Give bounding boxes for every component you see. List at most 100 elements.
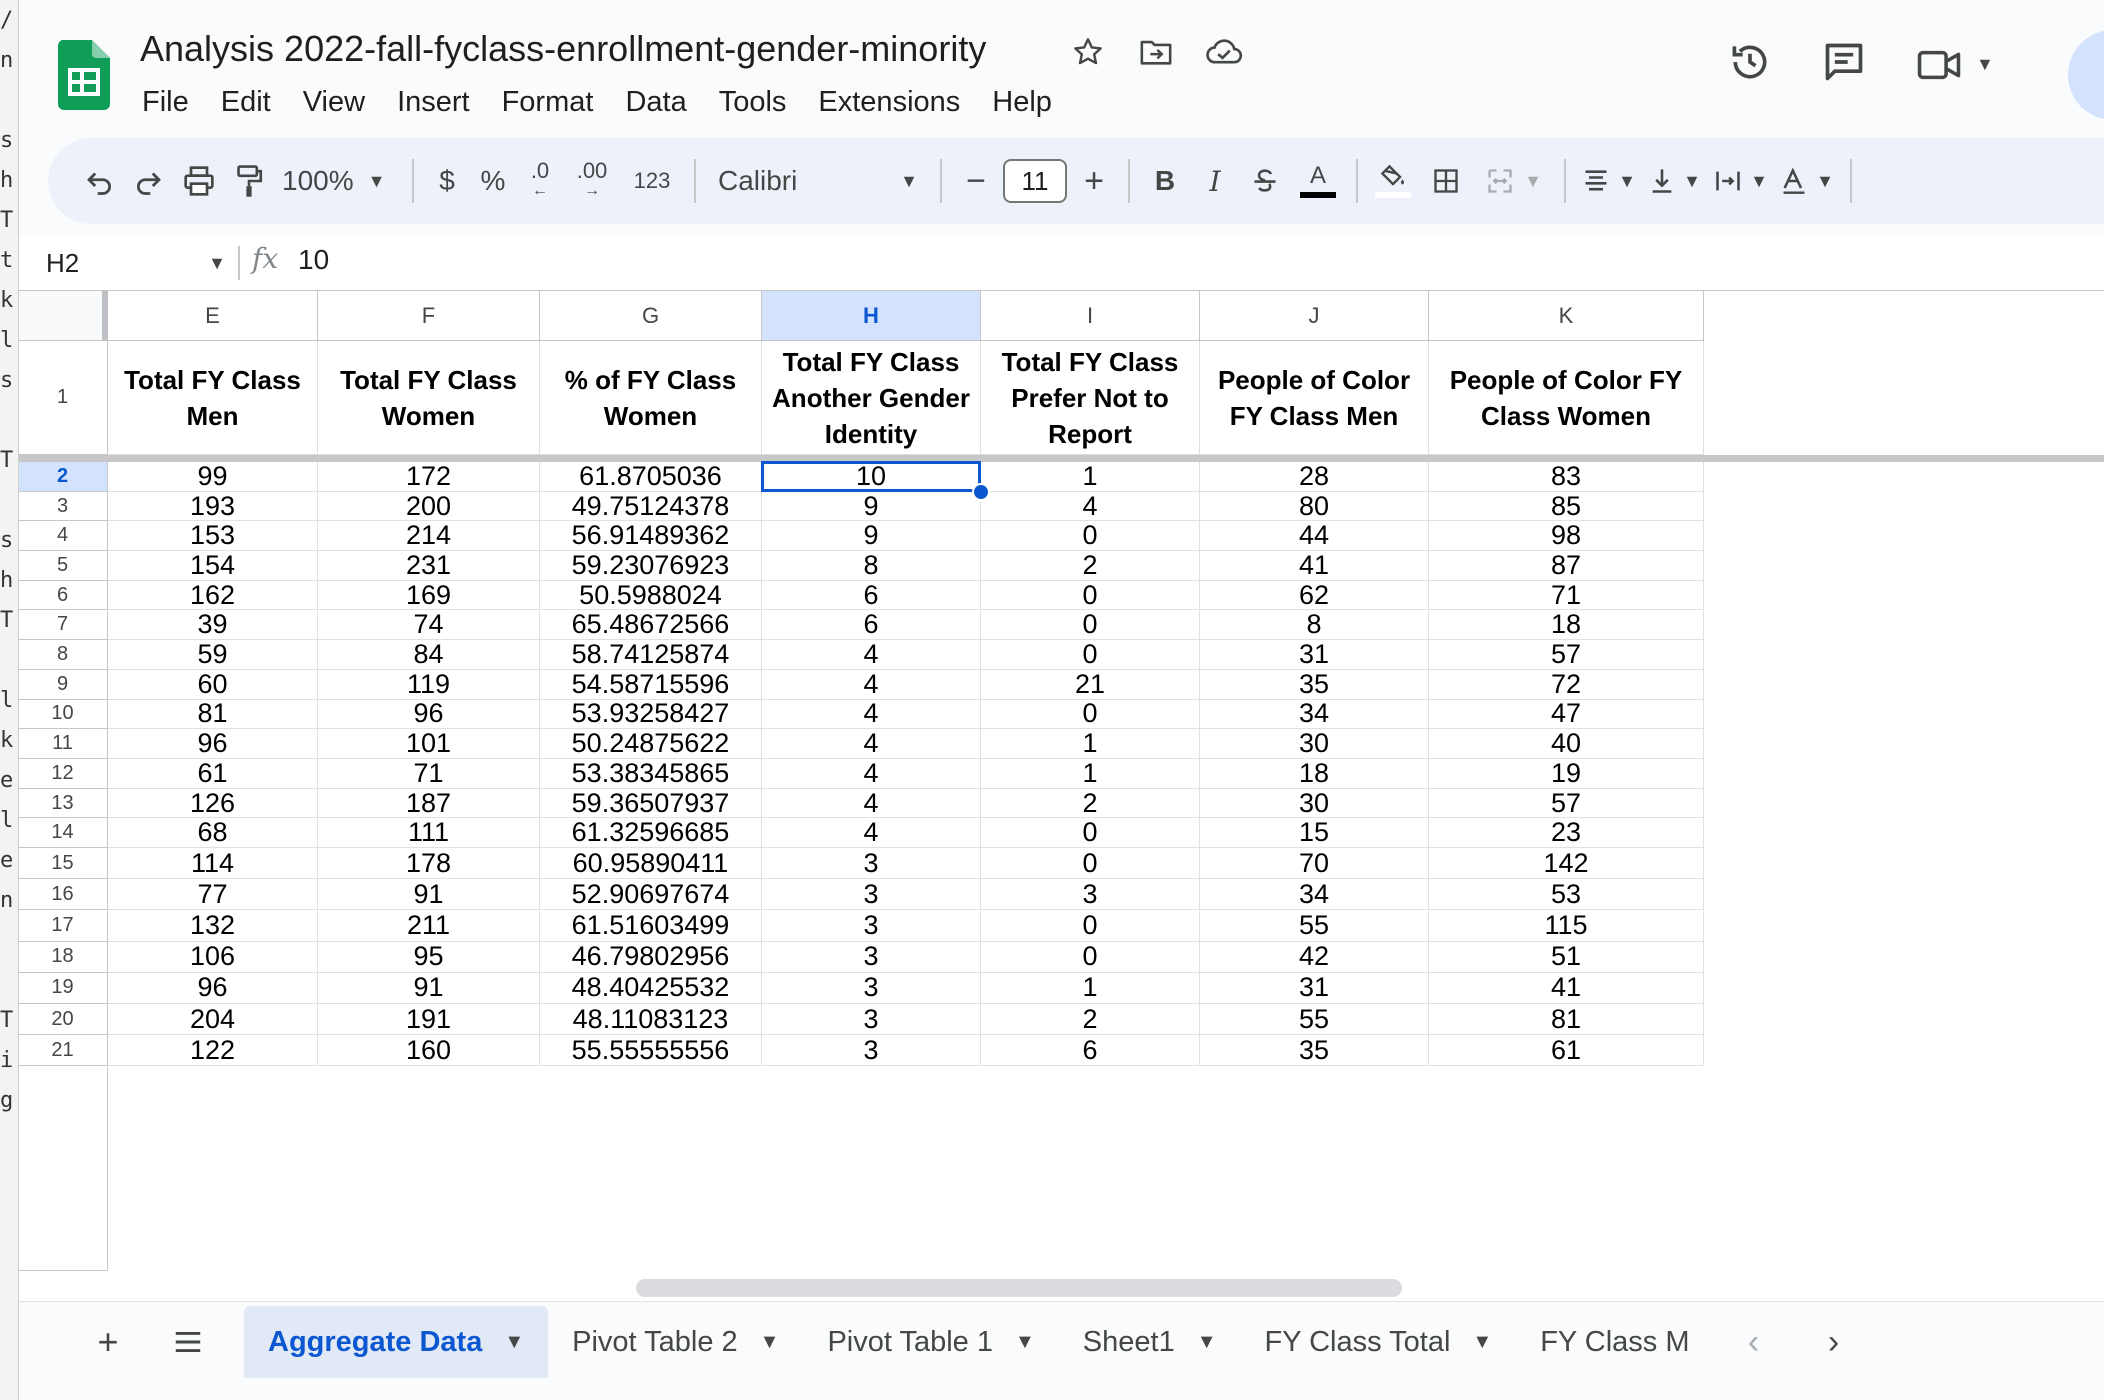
row-header-2[interactable]: 2 (18, 462, 108, 492)
chevron-down-icon[interactable]: ▼ (1472, 1331, 1492, 1354)
row-header-19[interactable]: 19 (18, 972, 108, 1005)
table-cell[interactable]: 48.40425532 (540, 972, 762, 1005)
table-cell[interactable]: 31 (1200, 972, 1429, 1005)
table-cell[interactable]: 59.36507937 (540, 788, 762, 819)
table-cell[interactable]: 4 (762, 669, 981, 700)
row-header-10[interactable]: 10 (18, 699, 108, 730)
table-cell[interactable]: 81 (1429, 1004, 1704, 1036)
table-cell[interactable]: 160 (318, 1035, 540, 1067)
account-avatar[interactable] (2068, 30, 2104, 120)
table-cell[interactable]: 87 (1429, 551, 1704, 581)
table-cell[interactable]: 99 (108, 462, 318, 492)
row-header-16[interactable]: 16 (18, 879, 108, 911)
table-cell[interactable]: 18 (1429, 610, 1704, 641)
menu-data[interactable]: Data (609, 82, 702, 122)
menu-help[interactable]: Help (976, 82, 1068, 122)
table-cell[interactable]: 4 (762, 759, 981, 789)
header-cell[interactable]: Total FY Class Prefer Not to Report (981, 341, 1200, 455)
percent-format-button[interactable]: % (470, 151, 516, 211)
column-header-i[interactable]: I (981, 291, 1200, 341)
table-cell[interactable]: 40 (1429, 729, 1704, 759)
paint-format-icon[interactable] (224, 151, 274, 211)
table-cell[interactable]: 1 (981, 462, 1200, 492)
table-cell[interactable]: 56.91489362 (540, 521, 762, 552)
chevron-down-icon[interactable]: ▼ (208, 244, 226, 282)
fill-handle[interactable] (972, 482, 990, 501)
table-cell[interactable]: 47 (1429, 699, 1704, 730)
table-cell[interactable]: 41 (1200, 551, 1429, 581)
table-cell[interactable]: 4 (762, 818, 981, 849)
table-cell[interactable]: 71 (1429, 580, 1704, 611)
table-cell[interactable]: 50.5988024 (540, 580, 762, 611)
sheets-logo-icon[interactable] (58, 40, 110, 110)
text-color-button[interactable]: A (1290, 151, 1346, 211)
chevron-down-icon[interactable]: ▼ (1197, 1331, 1217, 1354)
table-cell[interactable]: 4 (762, 788, 981, 819)
chevron-down-icon[interactable]: ▼ (504, 1331, 524, 1354)
table-cell[interactable]: 35 (1200, 1035, 1429, 1067)
select-all-corner[interactable] (18, 291, 108, 341)
row-header-13[interactable]: 13 (18, 788, 108, 819)
text-rotation-icon[interactable]: ▼ (1774, 151, 1840, 211)
table-cell[interactable]: 162 (108, 580, 318, 611)
table-cell[interactable]: 3 (762, 972, 981, 1005)
table-cell[interactable]: 50.24875622 (540, 729, 762, 759)
row-header-6[interactable]: 6 (18, 580, 108, 611)
table-cell[interactable]: 0 (981, 941, 1200, 973)
table-cell[interactable]: 28 (1200, 462, 1429, 492)
table-cell[interactable]: 154 (108, 551, 318, 581)
redo-icon[interactable] (124, 151, 174, 211)
table-cell[interactable]: 57 (1429, 640, 1704, 670)
horizontal-align-icon[interactable]: ▼ (1576, 151, 1642, 211)
font-size-field[interactable]: 11 (1000, 151, 1070, 211)
menu-extensions[interactable]: Extensions (802, 82, 976, 122)
header-cell[interactable]: People of Color FY Class Men (1200, 341, 1429, 455)
table-cell[interactable]: 0 (981, 640, 1200, 670)
table-cell[interactable]: 55.55555556 (540, 1035, 762, 1067)
table-cell[interactable]: 34 (1200, 879, 1429, 911)
table-cell[interactable]: 53 (1429, 879, 1704, 911)
row-header-3[interactable]: 3 (18, 491, 108, 522)
table-cell[interactable]: 114 (108, 848, 318, 880)
name-box[interactable]: H2 ▼ (46, 244, 236, 282)
table-cell[interactable]: 52.90697674 (540, 879, 762, 911)
table-cell[interactable]: 68 (108, 818, 318, 849)
add-sheet-button[interactable]: + (68, 1302, 148, 1382)
table-cell[interactable]: 111 (318, 818, 540, 849)
vertical-align-icon[interactable]: ▼ (1642, 151, 1708, 211)
table-cell[interactable]: 49.75124378 (540, 491, 762, 522)
table-cell[interactable]: 101 (318, 729, 540, 759)
table-cell[interactable]: 58.74125874 (540, 640, 762, 670)
table-cell[interactable]: 72 (1429, 669, 1704, 700)
horizontal-scrollbar-thumb[interactable] (636, 1279, 1402, 1297)
document-title[interactable]: Analysis 2022-fall-fyclass-enrollment-ge… (140, 28, 986, 70)
table-cell[interactable]: 44 (1200, 521, 1429, 552)
sheet-tab[interactable]: FY Class Total ▼ (1241, 1306, 1517, 1378)
table-cell[interactable]: 0 (981, 699, 1200, 730)
table-cell[interactable]: 62 (1200, 580, 1429, 611)
table-cell[interactable]: 0 (981, 521, 1200, 552)
column-header-f[interactable]: F (318, 291, 540, 341)
table-cell[interactable]: 214 (318, 521, 540, 552)
table-cell[interactable]: 53.93258427 (540, 699, 762, 730)
move-to-folder-icon[interactable] (1136, 32, 1176, 72)
table-cell[interactable]: 48.11083123 (540, 1004, 762, 1036)
table-cell[interactable]: 96 (318, 699, 540, 730)
star-icon[interactable] (1068, 32, 1108, 72)
frozen-row-divider[interactable] (18, 455, 2104, 462)
table-cell[interactable]: 1 (981, 729, 1200, 759)
column-header-j[interactable]: J (1200, 291, 1429, 341)
table-cell[interactable]: 98 (1429, 521, 1704, 552)
column-header-e[interactable]: E (108, 291, 318, 341)
table-cell[interactable]: 3 (762, 910, 981, 942)
merge-cells-icon[interactable]: ▼ (1474, 151, 1554, 211)
table-cell[interactable]: 42 (1200, 941, 1429, 973)
borders-icon[interactable] (1418, 151, 1474, 211)
sheet-tab[interactable]: Aggregate Data ▼ (244, 1306, 549, 1378)
table-cell[interactable]: 0 (981, 910, 1200, 942)
menu-edit[interactable]: Edit (205, 82, 287, 122)
menu-insert[interactable]: Insert (381, 82, 486, 122)
table-cell[interactable]: 4 (762, 699, 981, 730)
table-cell[interactable]: 4 (981, 491, 1200, 522)
row-header-5[interactable]: 5 (18, 551, 108, 581)
